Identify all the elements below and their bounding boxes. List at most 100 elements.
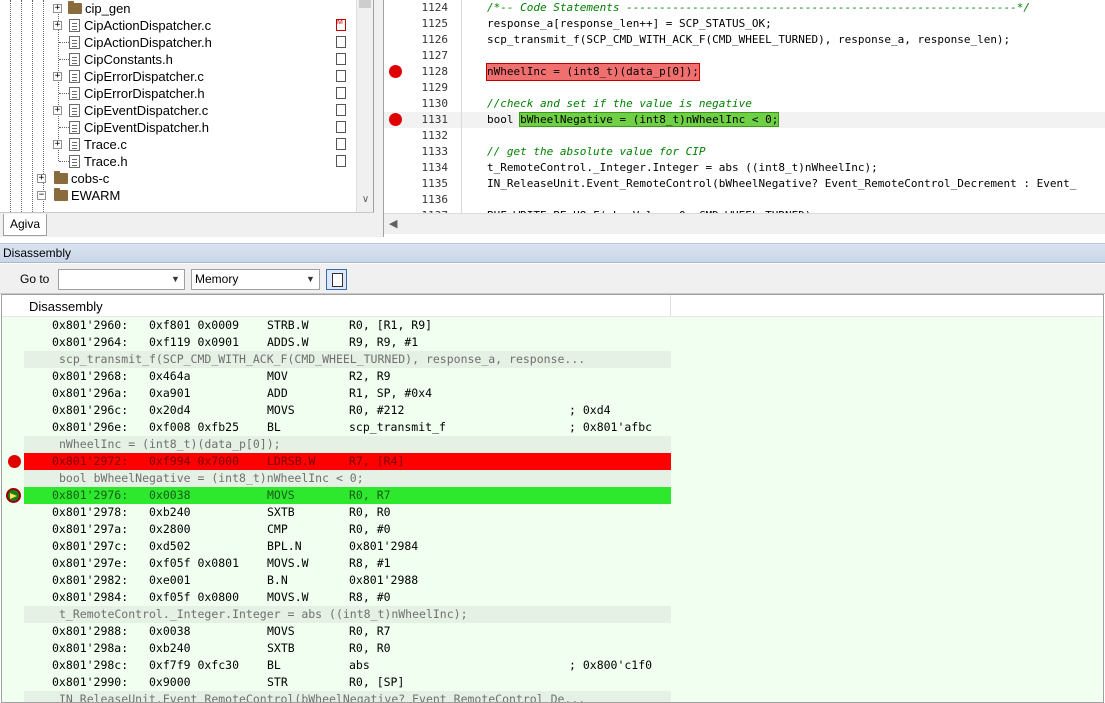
scroll-left-icon[interactable]: ◀ <box>389 217 397 230</box>
tree-item-label: cobs-c <box>71 171 110 186</box>
tree-vertical-scrollbar[interactable]: ∨ <box>356 0 373 212</box>
instruction-row[interactable]: 0x801'296a: 0xa901 ADD R1, SP, #0x4 <box>2 385 1103 402</box>
instruction-operands: R1, SP, #0x4 <box>349 386 433 400</box>
line-number: 1125 <box>421 17 449 30</box>
expand-icon[interactable]: + <box>53 4 62 13</box>
tree-item-trace-h[interactable]: Trace.h <box>0 153 356 170</box>
file-status-icon <box>336 138 346 150</box>
instruction-row[interactable]: 0x801'296e: 0xf008 0xfb25 BL scp_transmit_f… <box>2 419 1103 436</box>
tree-item-label: CipErrorDispatcher.h <box>84 86 205 101</box>
instruction-opcode: 0xf119 0x0901 <box>149 335 240 349</box>
memory-zone-value[interactable]: Memory <box>195 272 238 286</box>
instruction-address: 0x801'297a: <box>52 522 129 536</box>
goto-address-combo[interactable]: ▼ <box>58 269 185 290</box>
tree-item-ciperrordispatcher-c[interactable]: + CipErrorDispatcher.c <box>0 68 356 85</box>
code-line[interactable]: 1134 t_RemoteControl._Integer.Integer = a… <box>384 160 1105 176</box>
instruction-row[interactable]: 0x801'2960: 0xf801 0x0009 STRB.W R0, [R1, R… <box>2 317 1103 334</box>
breakpoint-icon[interactable] <box>389 65 402 78</box>
tree-item-ewarm[interactable]: − EWARM <box>0 187 356 204</box>
instruction-row[interactable]: 0x801'2984: 0xf05f 0x0800 MOVS.W R8, #0 <box>2 589 1103 606</box>
scrollbar-thumb[interactable] <box>359 0 371 8</box>
tree-item-cipconstants-h[interactable]: CipConstants.h <box>0 51 356 68</box>
expand-icon[interactable]: + <box>53 140 62 149</box>
instruction-operands: R2, R9 <box>349 369 391 383</box>
tree-item-cobs-c[interactable]: + cobs-c <box>0 170 356 187</box>
code-line[interactable]: 1133 // get the absolute value for CIP <box>384 144 1105 160</box>
disassembly-lines[interactable]: 0x801'2960: 0xf801 0x0009 STRB.W R0, [R1, R… <box>2 317 1103 703</box>
chevron-down-icon[interactable]: ▼ <box>167 270 184 289</box>
collapse-icon[interactable]: − <box>37 191 46 200</box>
breakpoint-icon[interactable] <box>8 455 21 468</box>
instruction-row[interactable]: 0x801'297e: 0xf05f 0x0801 MOVS.W R8, #1 <box>2 555 1103 572</box>
code-line[interactable]: 1136 <box>384 192 1105 208</box>
instruction-row[interactable]: 0x801'2964: 0xf119 0x0901 ADDS.W R9, R9, #1 <box>2 334 1103 351</box>
tree-item-cip-gen[interactable]: + cip_gen <box>0 0 356 17</box>
code-line[interactable]: 1131 bool bWheelNegative = (int8_t)nWheel… <box>384 112 1105 128</box>
vertical-splitter[interactable] <box>374 0 384 237</box>
row-body: 0x801'2978: 0xb240 SXTB R0, R0 <box>24 504 671 521</box>
source-text: IN_ReleaseUnit.Event_RemoteControl(bWhee… <box>59 692 586 703</box>
expand-icon[interactable]: + <box>53 72 62 81</box>
tree-item-cipactiondispatcher-c[interactable]: + CipActionDispatcher.c <box>0 17 356 34</box>
instruction-row[interactable]: 0x801'2978: 0xb240 SXTB R0, R0 <box>2 504 1103 521</box>
code-line[interactable]: 1126 scp_transmit_f(SCP_CMD_WITH_ACK_F(CM… <box>384 32 1105 48</box>
source-line[interactable]: scp_transmit_f(SCP_CMD_WITH_ACK_F(CMD_WH… <box>2 351 1103 368</box>
instruction-mnemonic: BPL.N <box>267 539 302 553</box>
code-line[interactable]: 1128 nWheelInc = (int8_t)(data_p[0]); <box>384 63 1105 81</box>
expand-icon[interactable]: + <box>53 21 62 30</box>
instruction-row[interactable]: 0x801'297c: 0xd502 BPL.N 0x801'2984 <box>2 538 1103 555</box>
code-line[interactable]: 1125 response_a[response_len++] = SCP_STA… <box>384 16 1105 32</box>
line-number: 1132 <box>421 129 449 142</box>
editor-lines[interactable]: 1124 /*-- Code Statements ---------------… <box>384 0 1105 213</box>
file-status-icon <box>336 87 346 99</box>
tab-agiva[interactable]: Agiva <box>3 214 48 236</box>
chevron-down-icon[interactable]: ▼ <box>302 270 319 289</box>
code-line[interactable]: 1129 <box>384 80 1105 96</box>
disassembly-view[interactable]: Disassembly 0x801'2960: 0xf801 0x0009 STRB… <box>1 294 1104 703</box>
line-number: 1131 <box>421 113 449 126</box>
tree-item-cipeventdispatcher-h[interactable]: CipEventDispatcher.h <box>0 119 356 136</box>
source-text: bool bWheelNegative = (int8_t)nWheelInc … <box>59 471 364 485</box>
instruction-mnemonic: BL <box>267 658 281 672</box>
instruction-row[interactable]: 0x801'296c: 0x20d4 MOVS R0, #212 ; 0xd4 <box>2 402 1103 419</box>
instruction-address: 0x801'2978: <box>52 505 129 519</box>
tree-item-partial[interactable] <box>0 204 356 212</box>
folder-icon <box>68 1 82 14</box>
code-line[interactable]: 1130 //check and set if the value is nega… <box>384 96 1105 112</box>
tree-item-ciperrordispatcher-h[interactable]: CipErrorDispatcher.h <box>0 85 356 102</box>
source-line[interactable]: nWheelInc = (int8_t)(data_p[0]); <box>2 436 1103 453</box>
instruction-mnemonic: LDRSB.W <box>267 454 316 468</box>
instruction-row[interactable]: 0x801'298a: 0xb240 SXTB R0, R0 <box>2 640 1103 657</box>
instruction-row[interactable]: 0x801'2976: 0x0038 MOVS R0, R7 <box>2 487 1103 504</box>
tree-item-cipeventdispatcher-c[interactable]: + CipEventDispatcher.c <box>0 102 356 119</box>
instruction-row[interactable]: 0x801'2990: 0x9000 STR R0, [SP] <box>2 674 1103 691</box>
code-editor[interactable]: 1124 /*-- Code Statements ---------------… <box>384 0 1105 237</box>
instruction-row[interactable]: 0x801'297a: 0x2800 CMP R0, #0 <box>2 521 1103 538</box>
source-line[interactable]: IN_ReleaseUnit.Event_RemoteControl(bWhee… <box>2 691 1103 703</box>
code-line[interactable]: 1132 <box>384 128 1105 144</box>
tree-item-cipactiondispatcher-h[interactable]: CipActionDispatcher.h <box>0 34 356 51</box>
editor-horizontal-scrollbar[interactable]: ◀ <box>384 213 1105 234</box>
expand-icon[interactable]: + <box>37 174 46 183</box>
disassembly-header-label: Disassembly <box>29 299 103 314</box>
tree-item-trace-c[interactable]: + Trace.c <box>0 136 356 153</box>
memory-zone-combo[interactable]: Memory ▼ <box>191 269 320 290</box>
code-line[interactable]: 1124 /*-- Code Statements ---------------… <box>384 0 1105 16</box>
line-number: 1135 <box>421 177 449 190</box>
instruction-row[interactable]: 0x801'298c: 0xf7f9 0xfc30 BL abs ; 0x800'c1f… <box>2 657 1103 674</box>
expand-icon[interactable]: + <box>53 106 62 115</box>
scroll-down-icon[interactable]: ∨ <box>357 194 373 208</box>
project-tree[interactable]: + cip_gen + CipActionDispatcher.c CipActionD… <box>0 0 374 212</box>
instruction-row[interactable]: 0x801'2982: 0xe001 B.N 0x801'2988 <box>2 572 1103 589</box>
row-body: nWheelInc = (int8_t)(data_p[0]); <box>24 436 671 453</box>
instruction-row[interactable]: 0x801'2972: 0xf994 0x7000 LDRSB.W R7, [R4] <box>2 453 1103 470</box>
instruction-row[interactable]: 0x801'2968: 0x464a MOV R2, R9 <box>2 368 1103 385</box>
toggle-source-button[interactable] <box>326 269 347 290</box>
code-line[interactable]: 1127 <box>384 48 1105 64</box>
breakpoint-icon[interactable] <box>389 113 402 126</box>
instruction-row[interactable]: 0x801'2988: 0x0038 MOVS R0, R7 <box>2 623 1103 640</box>
code-line[interactable]: 1135 IN_ReleaseUnit.Event_RemoteControl(b… <box>384 176 1105 192</box>
source-line[interactable]: t_RemoteControl._Integer.Integer = abs (… <box>2 606 1103 623</box>
source-line[interactable]: bool bWheelNegative = (int8_t)nWheelInc … <box>2 470 1103 487</box>
source-file-icon <box>69 138 80 151</box>
